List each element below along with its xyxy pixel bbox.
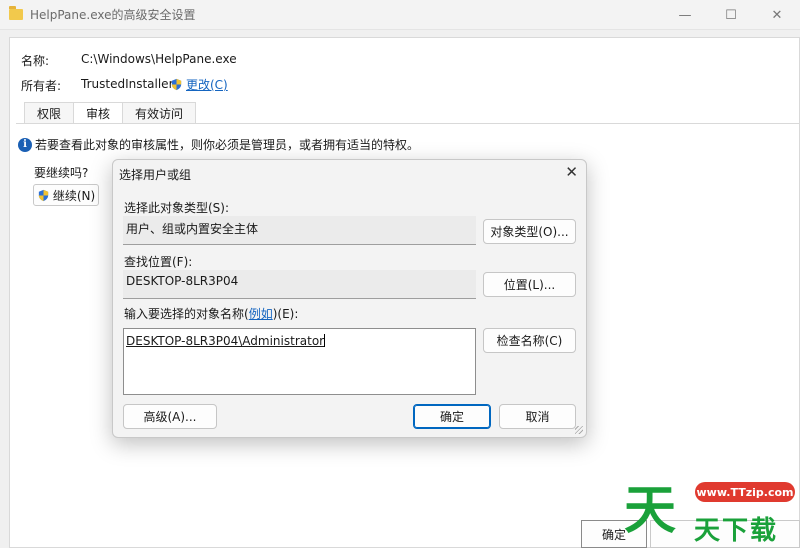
minimize-button[interactable]: — [662,0,708,30]
folder-icon [9,6,23,20]
advanced-button[interactable]: 高级(A)... [123,404,217,429]
window-controls: — ☐ ✕ [662,0,800,30]
close-button[interactable]: ✕ [754,0,800,30]
object-names-label: 输入要选择的对象名称(例如)(E): [124,305,298,322]
maximize-button[interactable]: ☐ [708,0,754,30]
continue-button[interactable]: 继续(N) [33,184,99,206]
check-names-button[interactable]: 检查名称(C) [483,328,576,353]
location-label: 查找位置(F): [124,255,193,269]
info-message: i 若要查看此对象的审核属性，则你必须是管理员，或者拥有适当的特权。 [18,136,419,153]
change-owner: 更改(C) [170,76,228,93]
object-type-field: 用户、组或内置安全主体 [123,216,476,245]
object-types-button[interactable]: 对象类型(O)... [483,219,576,244]
continue-question: 要继续吗? [34,166,89,180]
tab-strip: 权限 审核 有效访问 [24,102,197,124]
owner-label: 所有者: [21,79,62,93]
object-names-input[interactable]: DESKTOP-8LR3P04\Administrator [123,328,476,395]
watermark-big-char: 天 [624,481,677,541]
dialog-cancel-button[interactable]: 取消 [499,404,576,429]
locations-button[interactable]: 位置(L)... [483,272,576,297]
examples-link[interactable]: 例如 [249,307,273,321]
uac-shield-icon [171,78,182,91]
name-value: C:\Windows\HelpPane.exe [81,52,237,66]
name-label: 名称: [21,54,50,68]
watermark-url: www.TTzip.com [695,482,795,502]
object-type-label: 选择此对象类型(S): [124,201,230,215]
names-label-suffix: )(E): [272,307,299,321]
tab-audit[interactable]: 审核 [73,102,124,124]
tab-effective-access[interactable]: 有效访问 [122,102,197,123]
tab-permissions[interactable]: 权限 [24,102,75,123]
window-title: HelpPane.exe的高级安全设置 [30,8,196,22]
watermark-text: 天下载 [694,516,779,546]
dialog-title: 选择用户或组 [119,168,192,182]
info-icon: i [18,137,32,152]
dialog-close-icon[interactable]: ✕ [565,163,578,181]
owner-value: TrustedInstaller [81,77,174,91]
change-owner-link[interactable]: 更改(C) [186,78,228,92]
watermark-logo: 天 www.TTzip.com 天下载 [622,474,800,548]
location-field: DESKTOP-8LR3P04 [123,270,476,299]
select-users-dialog: 选择用户或组 ✕ 选择此对象类型(S): 用户、组或内置安全主体 对象类型(O)… [112,159,587,438]
names-label-prefix: 输入要选择的对象名称( [124,307,249,321]
title-bar: HelpPane.exe的高级安全设置 — ☐ ✕ [0,0,800,30]
resize-grip[interactable] [575,426,583,434]
text-caret [324,334,326,347]
continue-button-label: 继续(N) [52,188,96,203]
dialog-ok-button[interactable]: 确定 [413,404,491,429]
object-names-value: DESKTOP-8LR3P04\Administrator [126,334,325,348]
info-text: 若要查看此对象的审核属性，则你必须是管理员，或者拥有适当的特权。 [35,138,420,152]
uac-shield-icon [38,189,48,201]
